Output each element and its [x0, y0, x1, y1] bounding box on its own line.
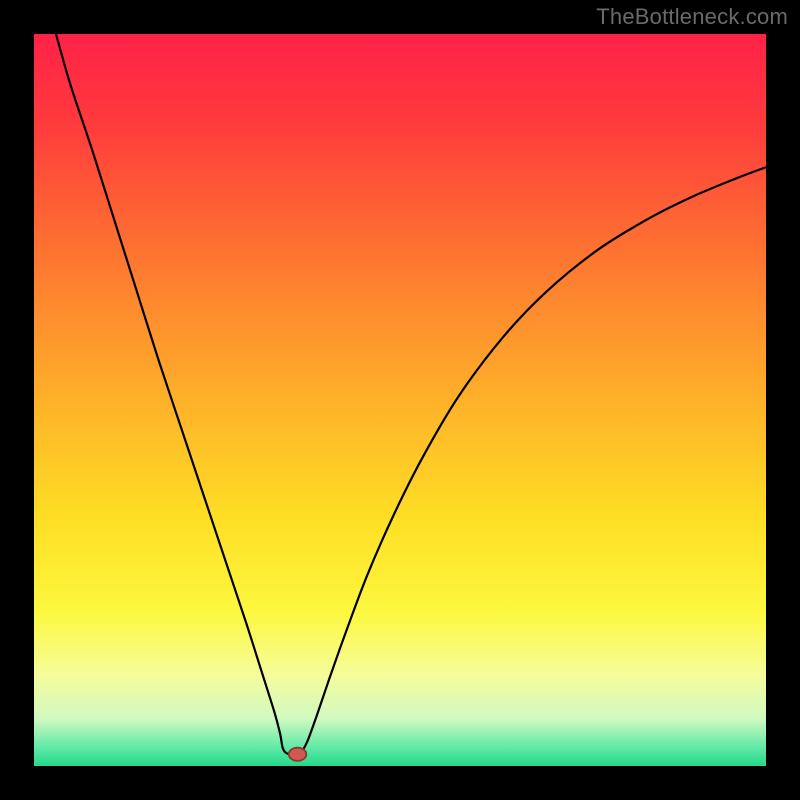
chart-frame: TheBottleneck.com [0, 0, 800, 800]
gradient-background [34, 34, 766, 766]
optimum-marker [289, 748, 307, 761]
bottleneck-chart [34, 34, 766, 766]
watermark-text: TheBottleneck.com [596, 4, 788, 30]
